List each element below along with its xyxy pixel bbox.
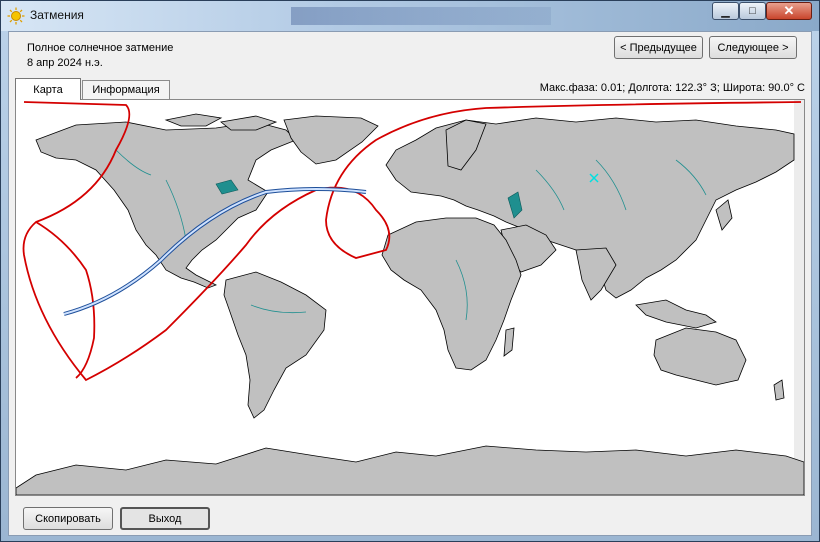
tab-map-label: Карта	[33, 83, 63, 96]
title-bar-background-blur	[291, 7, 551, 25]
eclipse-type: Полное солнечное затмение	[27, 42, 174, 54]
previous-button[interactable]: < Предыдущее	[614, 36, 703, 59]
sun-icon	[7, 7, 25, 25]
eclipse-window: Затмения ▁ □ ✕ Полное солнечное затмение…	[0, 0, 820, 542]
world-map[interactable]	[15, 99, 805, 496]
tab-information-label: Информация	[92, 84, 160, 96]
tab-information[interactable]: Информация	[82, 80, 170, 99]
tab-map[interactable]: Карта	[15, 78, 81, 100]
copy-button[interactable]: Скопировать	[23, 507, 113, 530]
maximize-icon: □	[749, 5, 756, 17]
eclipse-map-svg	[16, 100, 804, 495]
exit-button[interactable]: Выход	[120, 507, 210, 530]
eclipse-date: 8 апр 2024 н.э.	[27, 57, 103, 69]
window-title: Затмения	[30, 8, 84, 22]
minimize-icon: ▁	[721, 5, 730, 18]
title-bar[interactable]: Затмения ▁ □ ✕	[1, 1, 819, 31]
client-area: Полное солнечное затмение 8 апр 2024 н.э…	[8, 31, 812, 536]
close-button[interactable]: ✕	[766, 2, 812, 20]
next-button[interactable]: Следующее >	[709, 36, 797, 59]
eclipse-status: Макс.фаза: 0.01; Долгота: 122.3° З; Широ…	[539, 82, 805, 94]
close-icon: ✕	[783, 3, 795, 18]
minimize-button[interactable]: ▁	[712, 2, 739, 20]
maximize-button[interactable]: □	[739, 2, 766, 20]
